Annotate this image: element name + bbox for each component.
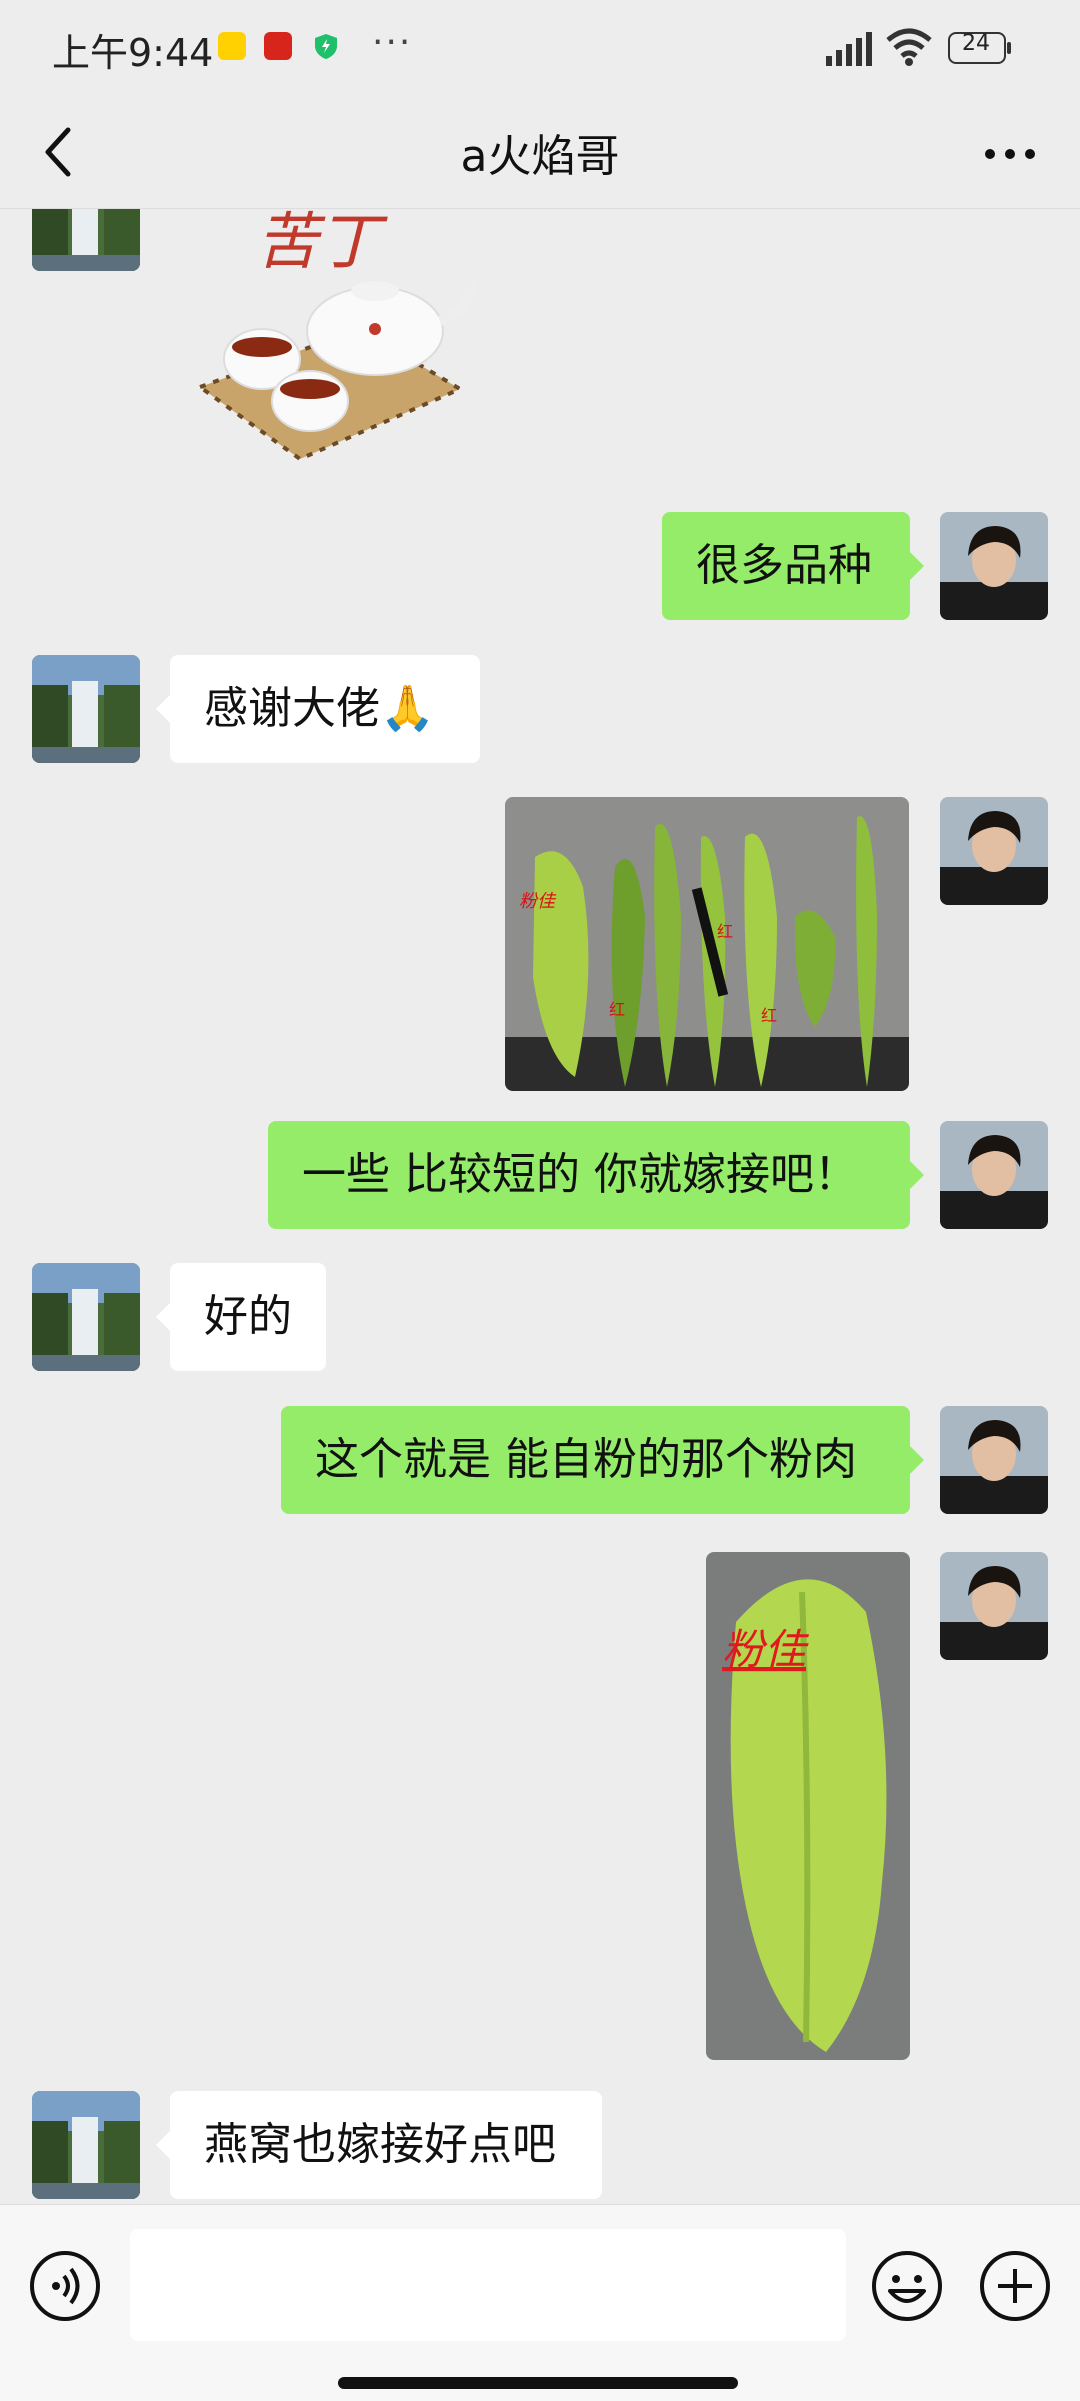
waterfall-avatar-image [32, 655, 140, 763]
battery-level: 24 [962, 31, 990, 56]
person-avatar-image [940, 1552, 1048, 1660]
person-avatar-image [940, 797, 1048, 905]
cactus-cuttings-image: 粉佳 红 红 红 [505, 797, 909, 1091]
wifi-icon [886, 28, 932, 66]
contact-avatar[interactable] [32, 209, 140, 271]
status-more-dots: ··· [372, 22, 413, 63]
chat-header: a火焰哥 [0, 96, 1080, 209]
message-bubble-incoming[interactable]: 感谢大佬🙏 [156, 655, 480, 763]
home-indicator[interactable] [338, 2377, 738, 2389]
waterfall-avatar-image [32, 1263, 140, 1371]
image-label: 红 [609, 1000, 625, 1019]
image-label: 红 [761, 1006, 777, 1025]
security-shield-icon [315, 34, 337, 59]
contact-avatar[interactable] [32, 2091, 140, 2199]
my-avatar[interactable] [940, 797, 1048, 905]
person-avatar-image [940, 512, 1048, 620]
status-time: 上午9:44 [52, 31, 214, 75]
emoji-icon[interactable] [870, 2249, 944, 2323]
message-bubble-incoming[interactable]: 好的 [156, 1263, 326, 1371]
input-bar [0, 2204, 1080, 2401]
mcdonalds-app-icon [264, 32, 292, 60]
message-bubble-incoming[interactable]: 燕窝也嫁接好点吧 [156, 2091, 602, 2199]
message-bubble-outgoing[interactable]: 一些 比较短的 你就嫁接吧！ [268, 1121, 924, 1229]
contact-avatar[interactable] [32, 655, 140, 763]
cactus-stem-image: 粉佳 [706, 1552, 910, 2060]
my-avatar[interactable] [940, 1552, 1048, 1660]
message-bubble-outgoing[interactable]: 很多品种 [662, 512, 924, 620]
chat-message-list[interactable]: 苦丁 很多品种 感谢大佬🙏 粉佳 红 红 红 一些 比较短的 你就嫁接吧！ 好的… [0, 209, 1080, 2203]
my-avatar[interactable] [940, 512, 1048, 620]
image-label: 粉佳 [519, 891, 557, 912]
status-bar: 上午9:44 ··· 24 [0, 0, 1080, 96]
cactus-cuttings-photo[interactable]: 粉佳 红 红 红 [505, 797, 909, 1091]
plus-icon[interactable] [978, 2249, 1052, 2323]
person-avatar-image [940, 1406, 1048, 1514]
tea-sticker-image: 苦丁 [195, 209, 476, 462]
chat-title: a火焰哥 [460, 131, 620, 182]
voice-icon[interactable] [28, 2249, 102, 2323]
image-label: 粉佳 [722, 1625, 810, 1674]
my-avatar[interactable] [940, 1406, 1048, 1514]
waterfall-avatar-image [32, 2091, 140, 2199]
sticker-text: 苦丁 [256, 209, 388, 278]
contact-avatar[interactable] [32, 1263, 140, 1371]
image-label: 红 [717, 922, 733, 941]
message-input[interactable] [130, 2229, 846, 2341]
more-horizontal-icon[interactable] [980, 124, 1040, 184]
meituan-app-icon [218, 32, 246, 60]
message-bubble-outgoing[interactable]: 这个就是 能自粉的那个粉肉 [281, 1406, 924, 1514]
pink-fruit-cactus-photo[interactable]: 粉佳 [706, 1552, 910, 2060]
person-avatar-image [940, 1121, 1048, 1229]
waterfall-avatar-image [32, 209, 140, 271]
tea-sticker[interactable]: 苦丁 [170, 209, 480, 469]
signal-icon [826, 32, 872, 66]
my-avatar[interactable] [940, 1121, 1048, 1229]
